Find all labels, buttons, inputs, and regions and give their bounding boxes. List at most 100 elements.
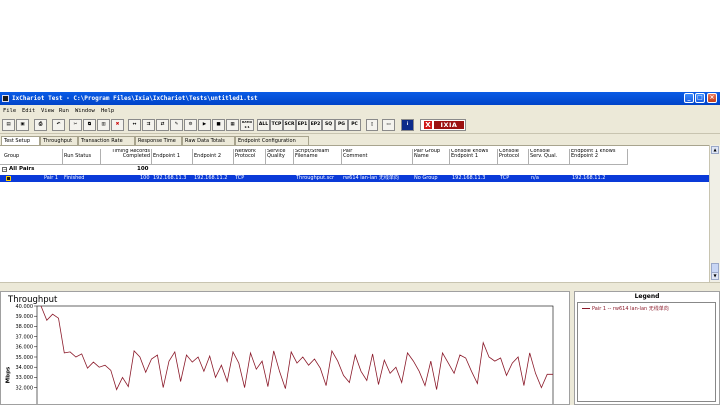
cell-group: Pair 1 <box>44 175 59 181</box>
y-tick-label: 34.000 <box>16 365 34 371</box>
filter-scr-button[interactable]: SCR <box>283 119 296 131</box>
filter-pc-button[interactable]: PC <box>348 119 361 131</box>
cell-endpoint-2: 192.168.11.2 <box>194 175 228 181</box>
cell-ep1-knows: 192.168.11.2 <box>572 175 606 181</box>
cell-comment: rw614 lan-lan 无线单向 <box>343 175 399 181</box>
filter-ep1-button[interactable]: EP1 <box>296 119 309 131</box>
tab-response-time[interactable]: Response Time <box>135 136 182 145</box>
legend-pane: Legend Pair 1 -- rw614 lan-lan 无线单向 <box>574 291 720 405</box>
window-icon[interactable]: ▭ <box>382 119 395 131</box>
undo-icon[interactable]: ↶ <box>52 119 65 131</box>
tab-raw-data-totals[interactable]: Raw Data Totals <box>182 136 235 145</box>
cut-icon[interactable]: ✂ <box>69 119 82 131</box>
throughput-chart: 40.000 39.000 38.000 37.000 36.000 35.000 34.0… <box>16 304 554 404</box>
tab-transaction-rate[interactable]: Transaction Rate <box>78 136 135 145</box>
col-script-filename[interactable]: Script/Stream Filename <box>294 149 342 164</box>
add-multicast-icon[interactable]: ⇉ <box>142 119 155 131</box>
filter-tcp-button[interactable]: TCP <box>270 119 283 131</box>
header-divider <box>0 164 628 165</box>
paste-icon[interactable]: ▥ <box>97 119 110 131</box>
script-icon[interactable]: ⚙ <box>184 119 197 131</box>
table-scrollbar[interactable]: ▲ ▼ <box>709 145 720 282</box>
ratio-button[interactable]: RATIO 1:1 <box>240 119 254 131</box>
col-timing-records[interactable]: Timing Records Completed <box>101 149 152 164</box>
col-pair-group-name[interactable]: Pair Group Name <box>413 149 450 164</box>
filter-ep2-button[interactable]: EP2 <box>309 119 322 131</box>
menu-help[interactable]: Help <box>101 108 114 114</box>
y-tick-label: 32.000 <box>16 385 34 391</box>
new-file-icon[interactable]: ▤ <box>2 119 15 131</box>
edit-pair-icon[interactable]: ✎ <box>170 119 183 131</box>
filter-all-button[interactable]: ALL <box>257 119 270 131</box>
delete-icon[interactable]: ✖ <box>111 119 124 131</box>
maximize-button[interactable]: □ <box>695 93 705 103</box>
copy-icon[interactable]: ⧉ <box>83 119 96 131</box>
scroll-up-icon[interactable]: ▲ <box>711 146 719 154</box>
window-title: IxChariot Test - C:\Program Files\Ixia\I… <box>12 95 258 102</box>
plot-area <box>36 305 554 404</box>
col-pair-comment[interactable]: Pair Comment <box>342 149 413 164</box>
y-tick-label: 37.000 <box>16 334 34 340</box>
tab-endpoint-configuration[interactable]: Endpoint Configuration <box>235 136 309 145</box>
cell-endpoint-1: 192.168.11.3 <box>153 175 187 181</box>
y-tick-label: 39.000 <box>16 314 34 320</box>
swap-endpoints-icon[interactable]: ⇄ <box>156 119 169 131</box>
col-console-knows-ep1[interactable]: Console knows Endpoint 1 <box>450 149 498 164</box>
tab-test-setup[interactable]: Test Setup <box>1 136 40 145</box>
col-endpoint-2[interactable]: Endpoint 2 <box>193 149 234 164</box>
tab-strip: Test Setup Throughput Transaction Rate R… <box>0 136 720 145</box>
title-bar[interactable]: IxChariot Test - C:\Program Files\Ixia\I… <box>0 92 720 105</box>
document-icon[interactable]: ▯ <box>366 119 378 131</box>
ixchariot-window: IxChariot Test - C:\Program Files\Ixia\I… <box>0 92 720 405</box>
cell-status: Finished <box>64 175 85 181</box>
col-group[interactable]: Group <box>3 149 63 164</box>
col-console-protocol[interactable]: Console Protocol <box>498 149 529 164</box>
all-pairs-count: 100 <box>137 166 149 172</box>
cell-console-qual: n/a <box>531 175 539 181</box>
col-service-quality[interactable]: Service Quality <box>266 149 294 164</box>
stop-icon[interactable]: ■ <box>212 119 225 131</box>
col-network-protocol[interactable]: Network Protocol <box>234 149 266 164</box>
save-icon[interactable]: ▣ <box>16 119 29 131</box>
col-ep1-knows-ep2[interactable]: Endpoint 1 knows Endpoint 2 <box>570 149 628 164</box>
pane-splitter[interactable] <box>0 282 720 291</box>
pair-icon <box>6 176 11 181</box>
y-tick-label: 35.000 <box>16 355 34 361</box>
minimize-button[interactable]: _ <box>684 93 694 103</box>
legend-entry[interactable]: Pair 1 -- rw614 lan-lan 无线单向 <box>592 305 669 312</box>
add-pair-icon[interactable]: ↔ <box>128 119 141 131</box>
cell-script: Throughput.scr <box>296 175 335 181</box>
col-endpoint-1[interactable]: Endpoint 1 <box>152 149 193 164</box>
scroll-down-icon[interactable]: ▼ <box>711 272 719 280</box>
cell-records: 100 <box>140 175 150 181</box>
run-icon[interactable]: ▶ <box>198 119 211 131</box>
print-icon[interactable]: ⎙ <box>34 119 47 131</box>
all-pairs-row[interactable]: − All Pairs 100 <box>0 166 628 174</box>
y-tick-label: 36.000 <box>16 345 34 351</box>
cell-pair-group: No Group <box>414 175 438 181</box>
menu-run[interactable]: Run <box>59 108 69 114</box>
legend-swatch <box>582 308 590 309</box>
cell-console-knows: 192.168.11.3 <box>452 175 486 181</box>
cell-protocol: TCP <box>235 175 245 181</box>
collapse-icon[interactable]: − <box>2 167 7 173</box>
info-icon[interactable]: i <box>401 119 414 131</box>
pairs-table: Group Run Status Timing Records Complete… <box>0 145 709 283</box>
filter-pg-button[interactable]: PG <box>335 119 348 131</box>
menu-file[interactable]: File <box>3 108 16 114</box>
all-pairs-label: All Pairs <box>9 166 35 172</box>
col-run-status[interactable]: Run Status <box>63 149 101 164</box>
results-icon[interactable]: ▦ <box>226 119 239 131</box>
ixchariot-app-icon <box>2 95 9 102</box>
close-button[interactable]: × <box>707 93 717 103</box>
menu-window[interactable]: Window <box>75 108 95 114</box>
toolbar: ▤ ▣ ⎙ ↶ ✂ ⧉ ▥ ✖ ↔ ⇉ ⇄ ✎ ⚙ ▶ ■ ▦ RATIO 1:… <box>0 117 720 134</box>
ixia-logo-mark: X <box>424 121 432 129</box>
menu-edit[interactable]: Edit <box>22 108 35 114</box>
filter-sq-button[interactable]: SQ <box>322 119 335 131</box>
tab-throughput[interactable]: Throughput <box>40 136 78 145</box>
table-row[interactable]: Pair 1 Finished 100 192.168.11.3 192.168… <box>0 175 709 182</box>
menu-view[interactable]: View <box>41 108 54 114</box>
legend-title: Legend <box>634 293 660 300</box>
col-console-serv-qual[interactable]: Console Serv. Qual. <box>529 149 570 164</box>
